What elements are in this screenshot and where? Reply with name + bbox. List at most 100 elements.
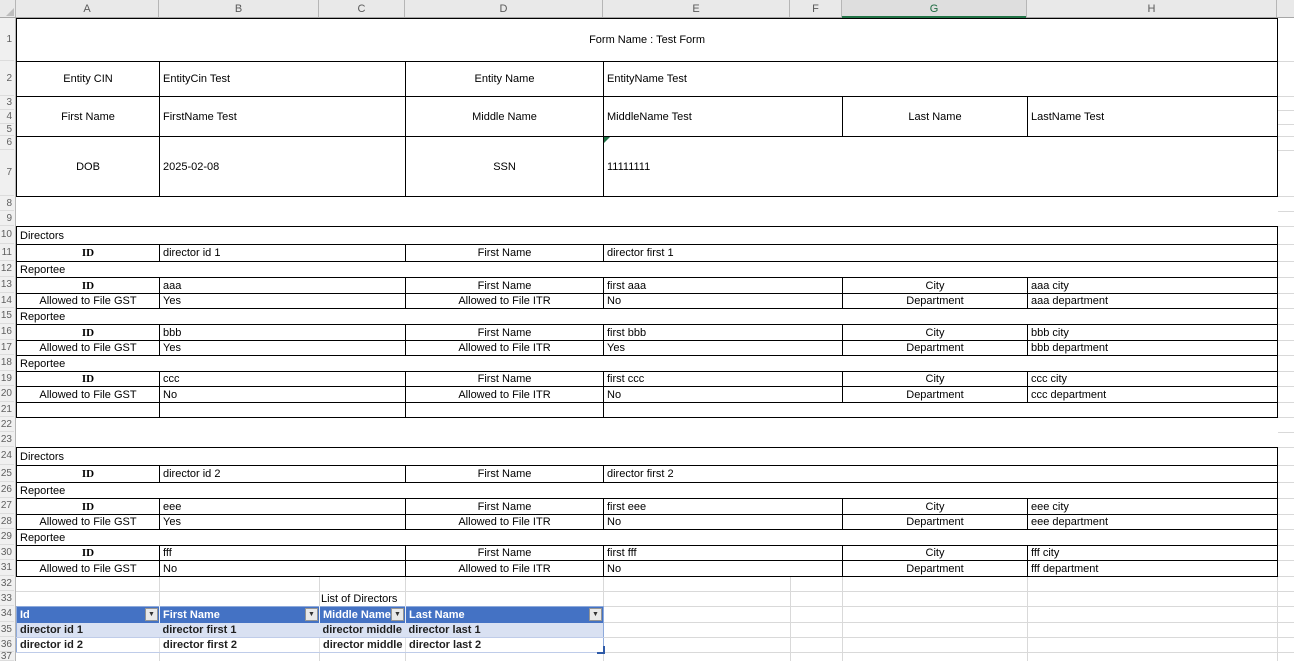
director-id-value[interactable]: director id 2 [160, 466, 406, 483]
row-header-17[interactable]: 17 [0, 340, 14, 355]
row-header-33[interactable]: 33 [0, 591, 14, 606]
reportee-department-label[interactable]: Department [843, 515, 1028, 530]
reportee-itr-value[interactable]: No [604, 515, 843, 530]
reportee-section-header[interactable]: Reportee [17, 309, 1278, 325]
reportee-city-label[interactable]: City [843, 546, 1028, 561]
dob-value[interactable]: 2025-02-08 [160, 137, 406, 197]
director-first-name-label[interactable]: First Name [406, 466, 604, 483]
row-header-20[interactable]: 20 [0, 386, 14, 402]
reportee-city-value[interactable]: aaa city [1028, 278, 1278, 294]
row-header-25[interactable]: 25 [0, 465, 14, 482]
reportee-department-value[interactable]: aaa department [1028, 294, 1278, 309]
row-header-21[interactable]: 21 [0, 402, 14, 417]
reportee-itr-value[interactable]: Yes [604, 341, 843, 356]
row-header-11[interactable]: 11 [0, 244, 14, 261]
reportee-id-label[interactable]: ID [17, 278, 160, 294]
reportee-city-value[interactable]: eee city [1028, 499, 1278, 515]
column-header-D[interactable]: D [405, 0, 603, 17]
row-header-7[interactable]: 7 [0, 150, 14, 196]
director-id-label[interactable]: ID [17, 245, 160, 262]
entity-name-label[interactable]: Entity Name [406, 62, 604, 97]
director-first-name-value[interactable]: director first 2 [604, 466, 1278, 483]
row-header-37[interactable]: 37 [0, 652, 14, 661]
reportee-section-header[interactable]: Reportee [17, 262, 1278, 278]
row-header-23[interactable]: 23 [0, 432, 14, 447]
reportee-section-header[interactable]: Reportee [17, 356, 1278, 372]
reportee-department-value[interactable]: eee department [1028, 515, 1278, 530]
reportee-gst-label[interactable]: Allowed to File GST [17, 387, 160, 403]
director-id-label[interactable]: ID [17, 466, 160, 483]
reportee-gst-value[interactable]: No [160, 387, 406, 403]
entity-cin-label[interactable]: Entity CIN [17, 62, 160, 97]
directors-section-header[interactable]: Directors [17, 448, 1278, 466]
table-resize-handle[interactable] [597, 646, 605, 654]
reportee-section-header[interactable]: Reportee [17, 530, 1278, 546]
reportee-department-label[interactable]: Department [843, 294, 1028, 309]
reportee-gst-label[interactable]: Allowed to File GST [17, 341, 160, 356]
row-header-12[interactable]: 12 [0, 261, 14, 277]
reportee-gst-label[interactable]: Allowed to File GST [17, 561, 160, 577]
row-header-16[interactable]: 16 [0, 324, 14, 340]
directors-section-header[interactable]: Directors [17, 227, 1278, 245]
row-header-10[interactable]: 10 [0, 226, 14, 244]
table-cell[interactable]: director first 2 [160, 638, 320, 653]
reportee-itr-label[interactable]: Allowed to File ITR [406, 561, 604, 577]
row-header-18[interactable]: 18 [0, 355, 14, 371]
director-id-value[interactable]: director id 1 [160, 245, 406, 262]
reportee-id-label[interactable]: ID [17, 499, 160, 515]
filter-button-last-name[interactable]: ▼ [589, 608, 602, 621]
table-cell[interactable]: director last 2 [406, 638, 604, 653]
reportee-department-value[interactable]: fff department [1028, 561, 1278, 577]
last-name-value[interactable]: LastName Test [1028, 97, 1278, 137]
reportee-first-name-value[interactable]: first eee [604, 499, 843, 515]
row-header-28[interactable]: 28 [0, 514, 14, 529]
table-header-last-name[interactable]: Last Name▼ [406, 607, 604, 623]
table-cell[interactable]: director id 1 [17, 623, 160, 638]
filter-button-id[interactable]: ▼ [145, 608, 158, 621]
director-first-name-value[interactable]: director first 1 [604, 245, 1278, 262]
filter-button-middle-name[interactable]: ▼ [391, 608, 404, 621]
reportee-itr-label[interactable]: Allowed to File ITR [406, 341, 604, 356]
empty-cell[interactable] [406, 403, 604, 418]
table-cell[interactable]: director last 1 [406, 623, 604, 638]
reportee-id-label[interactable]: ID [17, 325, 160, 341]
reportee-first-name-value[interactable]: first ccc [604, 372, 843, 387]
dob-label[interactable]: DOB [17, 137, 160, 197]
column-header-A[interactable]: A [16, 0, 159, 17]
reportee-first-name-label[interactable]: First Name [406, 499, 604, 515]
form-title[interactable]: Form Name : Test Form [17, 19, 1278, 62]
reportee-first-name-value[interactable]: first aaa [604, 278, 843, 294]
reportee-first-name-label[interactable]: First Name [406, 546, 604, 561]
middle-name-value[interactable]: MiddleName Test [604, 97, 843, 137]
reportee-itr-value[interactable]: No [604, 294, 843, 309]
table-cell[interactable]: director middle [320, 623, 406, 638]
reportee-gst-label[interactable]: Allowed to File GST [17, 515, 160, 530]
row-header-34[interactable]: 34 [0, 606, 14, 622]
reportee-itr-value[interactable]: No [604, 387, 843, 403]
row-header-1[interactable]: 1 [0, 18, 14, 61]
row-header-22[interactable]: 22 [0, 417, 14, 432]
ssn-label[interactable]: SSN [406, 137, 604, 197]
row-header-29[interactable]: 29 [0, 529, 14, 545]
reportee-id-value[interactable]: bbb [160, 325, 406, 341]
reportee-itr-label[interactable]: Allowed to File ITR [406, 294, 604, 309]
reportee-id-value[interactable]: aaa [160, 278, 406, 294]
row-header-14[interactable]: 14 [0, 293, 14, 308]
reportee-first-name-label[interactable]: First Name [406, 325, 604, 341]
entity-cin-value[interactable]: EntityCin Test [160, 62, 406, 97]
column-header-H[interactable]: H [1027, 0, 1277, 17]
row-header-19[interactable]: 19 [0, 371, 14, 386]
row-header-24[interactable]: 24 [0, 447, 14, 465]
reportee-city-value[interactable]: bbb city [1028, 325, 1278, 341]
reportee-department-value[interactable]: ccc department [1028, 387, 1278, 403]
director-first-name-label[interactable]: First Name [406, 245, 604, 262]
reportee-gst-label[interactable]: Allowed to File GST [17, 294, 160, 309]
row-header-9[interactable]: 9 [0, 211, 14, 226]
reportee-city-label[interactable]: City [843, 325, 1028, 341]
table-cell[interactable]: director middle [320, 638, 406, 653]
reportee-department-label[interactable]: Department [843, 341, 1028, 356]
reportee-gst-value[interactable]: Yes [160, 515, 406, 530]
list-of-directors-caption[interactable]: List of Directors [321, 591, 397, 606]
empty-cell[interactable] [17, 403, 160, 418]
entity-name-value[interactable]: EntityName Test [604, 62, 1278, 97]
